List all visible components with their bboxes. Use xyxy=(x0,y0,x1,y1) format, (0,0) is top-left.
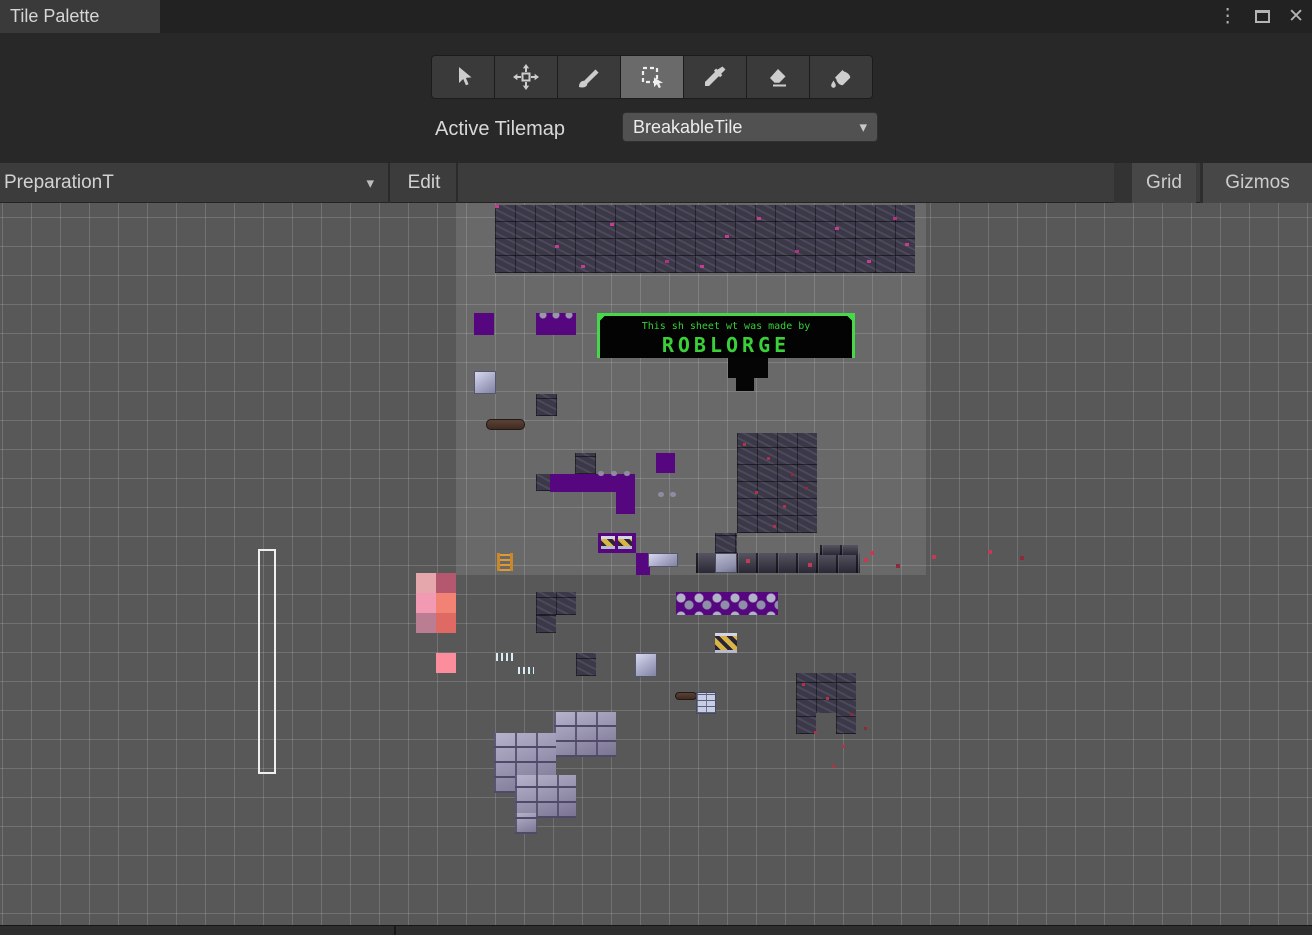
tile-bigdark[interactable] xyxy=(737,433,817,533)
palette-dropdown-value: PreparationT xyxy=(4,172,114,193)
tile-stonebrick[interactable] xyxy=(515,775,576,818)
tile-pinkgrid[interactable] xyxy=(416,573,456,633)
tile-ladder[interactable] xyxy=(497,553,513,571)
tile-drip[interactable] xyxy=(518,667,534,674)
window-controls: ⋮ ✕ xyxy=(1218,0,1304,33)
chevron-down-icon: ▾ xyxy=(366,175,374,192)
tile-notch xyxy=(816,713,836,734)
chevron-down-icon: ▾ xyxy=(859,119,867,136)
maximize-icon[interactable] xyxy=(1255,10,1271,23)
grid-button[interactable]: Grid xyxy=(1132,163,1196,203)
tile-tiledark[interactable] xyxy=(536,615,556,633)
paint-bucket-icon xyxy=(828,64,854,90)
tile-purple[interactable] xyxy=(656,453,675,473)
tile-tiledark[interactable] xyxy=(715,533,737,553)
banner-line1: This sh sheet wt was made by xyxy=(641,321,811,332)
tilemap-dropdown[interactable]: BreakableTile ▾ xyxy=(622,112,878,142)
flood-fill-tool-button[interactable] xyxy=(810,56,872,98)
pink-tile-cell[interactable] xyxy=(436,613,456,633)
tile-tiledark[interactable] xyxy=(536,474,551,491)
box-select-icon xyxy=(639,64,665,90)
box-fill-tool-button[interactable] xyxy=(621,56,684,98)
paint-brush-tool-button[interactable] xyxy=(558,56,621,98)
tile-drip[interactable] xyxy=(496,653,516,661)
tile-purple[interactable] xyxy=(616,492,635,514)
edit-button[interactable]: Edit xyxy=(392,163,458,203)
window-title: Tile Palette xyxy=(10,6,100,26)
tile-purplebumps[interactable] xyxy=(536,313,576,335)
tile-picker-tool-button[interactable] xyxy=(684,56,747,98)
bottom-bar-divider xyxy=(394,926,396,935)
tile-stonelight[interactable] xyxy=(648,553,678,567)
paint-brush-icon xyxy=(576,64,602,90)
pink-tile-cell[interactable] xyxy=(416,613,436,633)
tile-stonelight[interactable] xyxy=(635,653,657,677)
tile-stonelight[interactable] xyxy=(474,371,496,394)
tile-banner[interactable]: This sh sheet wt was made by ROBLORGE xyxy=(597,313,855,358)
tile-bricksmall[interactable] xyxy=(696,692,716,714)
tile-black[interactable] xyxy=(736,377,754,391)
pink-tile-cell[interactable] xyxy=(416,573,436,593)
tile-rowdark[interactable] xyxy=(820,545,874,555)
menu-kebab-icon[interactable]: ⋮ xyxy=(1218,7,1237,26)
select-tool-button[interactable] xyxy=(432,56,495,98)
eyedropper-icon xyxy=(702,64,728,90)
active-tilemap-label: Active Tilemap xyxy=(435,118,566,140)
eraser-tool-button[interactable] xyxy=(747,56,810,98)
palette-bar: PreparationT ▾ Edit Grid Gizmos xyxy=(0,163,1312,203)
tile-hazard[interactable] xyxy=(715,633,737,653)
tile-tiledark[interactable] xyxy=(576,653,596,676)
tile-bigdarknotch[interactable] xyxy=(796,673,856,734)
tile-tiledark[interactable] xyxy=(536,394,557,416)
tool-strip xyxy=(431,55,873,99)
tile-outline xyxy=(258,549,276,774)
pink-tile-cell[interactable] xyxy=(416,593,436,613)
tile-brown[interactable] xyxy=(486,419,525,430)
move-arrows-icon xyxy=(513,64,539,90)
tile-brown[interactable] xyxy=(675,692,697,700)
close-icon[interactable]: ✕ xyxy=(1288,7,1304,26)
tile-pstrip[interactable] xyxy=(550,471,635,492)
bottom-bar xyxy=(0,925,1312,935)
tile-stonebrick[interactable] xyxy=(515,813,537,834)
tile-stonebrick[interactable] xyxy=(554,712,616,757)
tile-black[interactable] xyxy=(728,357,768,378)
title-bar: Tile Palette ⋮ ✕ xyxy=(0,0,1312,33)
banner-line2: ROBLORGE xyxy=(661,333,791,357)
select-cursor-icon xyxy=(450,64,476,90)
pink-tile-cell[interactable] xyxy=(436,573,456,593)
palette-canvas[interactable]: This sh sheet wt was made by ROBLORGE xyxy=(0,203,1312,925)
pink-tile-cell[interactable] xyxy=(436,593,456,613)
gizmos-button[interactable]: Gizmos xyxy=(1200,163,1312,203)
tile-rubble[interactable] xyxy=(676,592,778,615)
tool-zone: Active Tilemap BreakableTile ▾ xyxy=(0,33,1312,163)
tile-plate[interactable] xyxy=(715,553,737,573)
move-tool-button[interactable] xyxy=(495,56,558,98)
tile-tiledark[interactable] xyxy=(536,592,576,615)
palette-dropdown[interactable]: PreparationT ▾ xyxy=(0,163,390,203)
tab-tile-palette[interactable]: Tile Palette xyxy=(0,0,160,33)
tile-hazard[interactable] xyxy=(618,536,632,549)
eraser-icon xyxy=(765,64,791,90)
tile-pinksingle[interactable] xyxy=(436,653,456,673)
tile-brickstrip[interactable] xyxy=(495,205,915,273)
tilemap-dropdown-value: BreakableTile xyxy=(633,116,743,137)
active-tilemap-row: Active Tilemap BreakableTile ▾ xyxy=(0,110,1312,150)
palette-bar-notch xyxy=(1114,163,1132,203)
tile-tiledark[interactable] xyxy=(575,453,596,474)
tile-palette-window: Tile Palette ⋮ ✕ Active Tilemap Breakabl… xyxy=(0,0,1312,935)
tile-hazard[interactable] xyxy=(601,536,615,549)
tile-purple[interactable] xyxy=(474,313,494,335)
